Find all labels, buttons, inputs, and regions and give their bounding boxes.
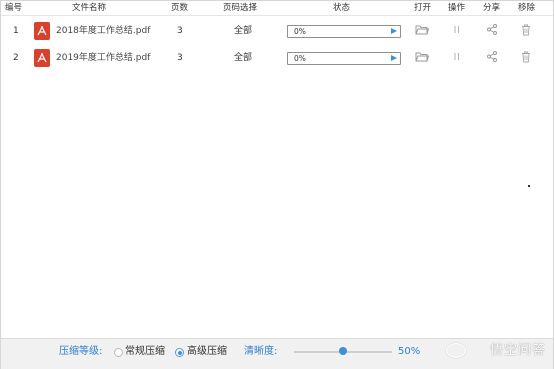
progress-label: 0% <box>294 27 306 36</box>
header-share: 分享 <box>483 3 501 13</box>
header-operate: 操作 <box>448 3 466 13</box>
row-filename: 2018年度工作总结.pdf <box>56 26 151 36</box>
header-pages[interactable]: 页数 <box>171 3 188 13</box>
share-icon[interactable] <box>487 24 497 38</box>
pdf-icon <box>34 49 50 67</box>
table-row[interactable]: 1 2018年度工作总结.pdf 3 全部 0% <box>1 17 553 44</box>
compress-level-label: 压缩等级: <box>59 346 103 357</box>
header-filename[interactable]: 文件名称 <box>72 3 106 13</box>
watermark-text: 悟空问答 <box>489 343 546 358</box>
row-index: 2 <box>13 53 19 63</box>
option-high-label[interactable]: 高级压缩 <box>187 346 227 358</box>
header-open: 打开 <box>414 3 432 13</box>
row-page-select[interactable]: 全部 <box>234 25 252 37</box>
clarity-label: 清晰度: <box>244 346 278 357</box>
trash-icon[interactable] <box>521 24 531 39</box>
header-page-select: 页码选择 <box>223 3 258 13</box>
row-filename: 2019年度工作总结.pdf <box>56 53 151 63</box>
clarity-slider-thumb[interactable] <box>339 347 347 355</box>
progress-bar: 0% <box>287 25 401 38</box>
clarity-value: 50% <box>398 346 421 357</box>
progress-bar: 0% <box>287 52 401 65</box>
watermark-logo <box>446 343 466 358</box>
header-status: 状态 <box>333 3 351 13</box>
pause-icon[interactable] <box>453 25 461 37</box>
option-normal-label[interactable]: 常规压缩 <box>125 346 165 358</box>
table-header: 编号 文件名称 页数 页码选择 状态 打开 操作 分享 移除 <box>1 1 553 16</box>
progress-label: 0% <box>294 54 306 63</box>
table-row[interactable]: 2 2019年度工作总结.pdf 3 全部 0% <box>1 44 553 71</box>
pdf-icon <box>34 22 50 40</box>
stray-dot <box>528 185 530 187</box>
row-pages: 3 <box>177 53 183 63</box>
radio-high[interactable] <box>175 348 184 357</box>
folder-icon[interactable] <box>415 24 430 38</box>
radio-normal[interactable] <box>114 348 123 357</box>
play-icon[interactable] <box>391 55 397 61</box>
share-icon[interactable] <box>487 51 497 65</box>
folder-icon[interactable] <box>415 51 430 65</box>
row-pages: 3 <box>177 26 183 36</box>
row-index: 1 <box>13 26 19 36</box>
trash-icon[interactable] <box>521 51 531 66</box>
app-window: 编号 文件名称 页数 页码选择 状态 打开 操作 分享 移除 1 2018年度工… <box>0 0 554 369</box>
row-page-select[interactable]: 全部 <box>234 52 252 64</box>
header-remove: 移除 <box>518 3 536 13</box>
header-index: 编号 <box>5 3 23 13</box>
play-icon[interactable] <box>391 28 397 34</box>
pause-icon[interactable] <box>453 52 461 64</box>
